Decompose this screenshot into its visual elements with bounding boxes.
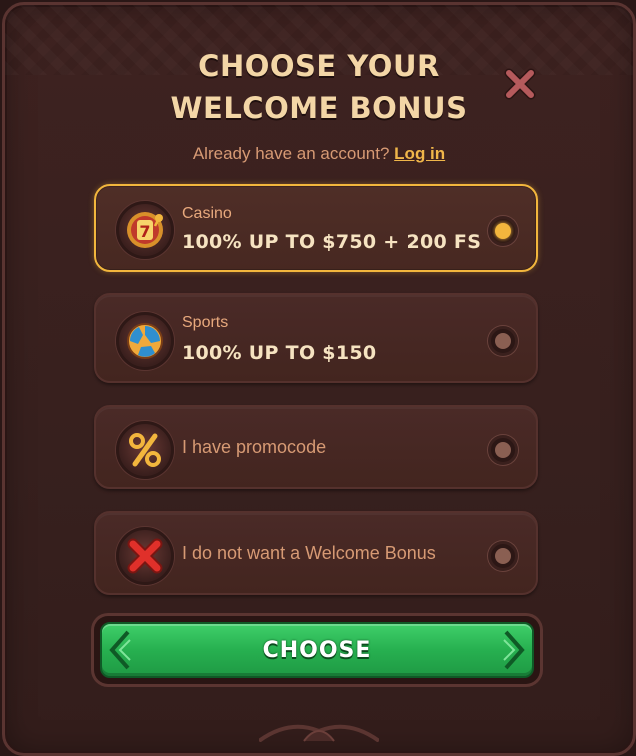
close-icon[interactable] [503, 67, 537, 101]
right-chevron-ornament [503, 630, 525, 670]
option-label: Sports [182, 314, 229, 331]
radio-no-bonus[interactable] [488, 541, 518, 571]
option-text: I have promocode [182, 437, 327, 457]
login-prompt: Already have an account? Log in [5, 144, 633, 164]
radio-casino[interactable] [488, 216, 518, 246]
title-line-2: WELCOME BONUS [170, 91, 468, 125]
login-prompt-text: Already have an account? [192, 144, 390, 163]
option-sports[interactable]: Sports 100% UP TO $150 [94, 293, 538, 383]
option-bonus-title: 100% UP TO $150 [182, 342, 377, 364]
option-promocode[interactable]: I have promocode [94, 405, 538, 489]
option-no-bonus[interactable]: I do not want a Welcome Bonus [94, 511, 538, 595]
red-x-icon [116, 527, 174, 585]
radio-sports[interactable] [488, 326, 518, 356]
radio-promocode[interactable] [488, 435, 518, 465]
choose-button[interactable]: CHOOSE [100, 622, 534, 678]
soccer-ball-icon [116, 312, 174, 370]
percent-icon [116, 421, 174, 479]
bottom-ornament-icon [259, 724, 379, 742]
slot-machine-icon: 7 [116, 201, 174, 259]
choose-button-frame: CHOOSE [94, 616, 540, 684]
choose-button-label: CHOOSE [262, 638, 372, 663]
modal-title: CHOOSE YOUR WELCOME BONUS [5, 45, 633, 129]
option-casino[interactable]: 7 Casino 100% UP TO $750 + 200 FS [94, 184, 538, 272]
welcome-bonus-modal: CHOOSE YOUR WELCOME BONUS Already have a… [2, 2, 636, 756]
option-bonus-title: 100% UP TO $750 + 200 FS [182, 231, 482, 253]
option-label: Casino [182, 205, 232, 222]
svg-text:7: 7 [139, 222, 150, 241]
option-text: I do not want a Welcome Bonus [182, 543, 436, 563]
login-link[interactable]: Log in [394, 144, 445, 163]
title-line-1: CHOOSE YOUR [198, 49, 440, 83]
